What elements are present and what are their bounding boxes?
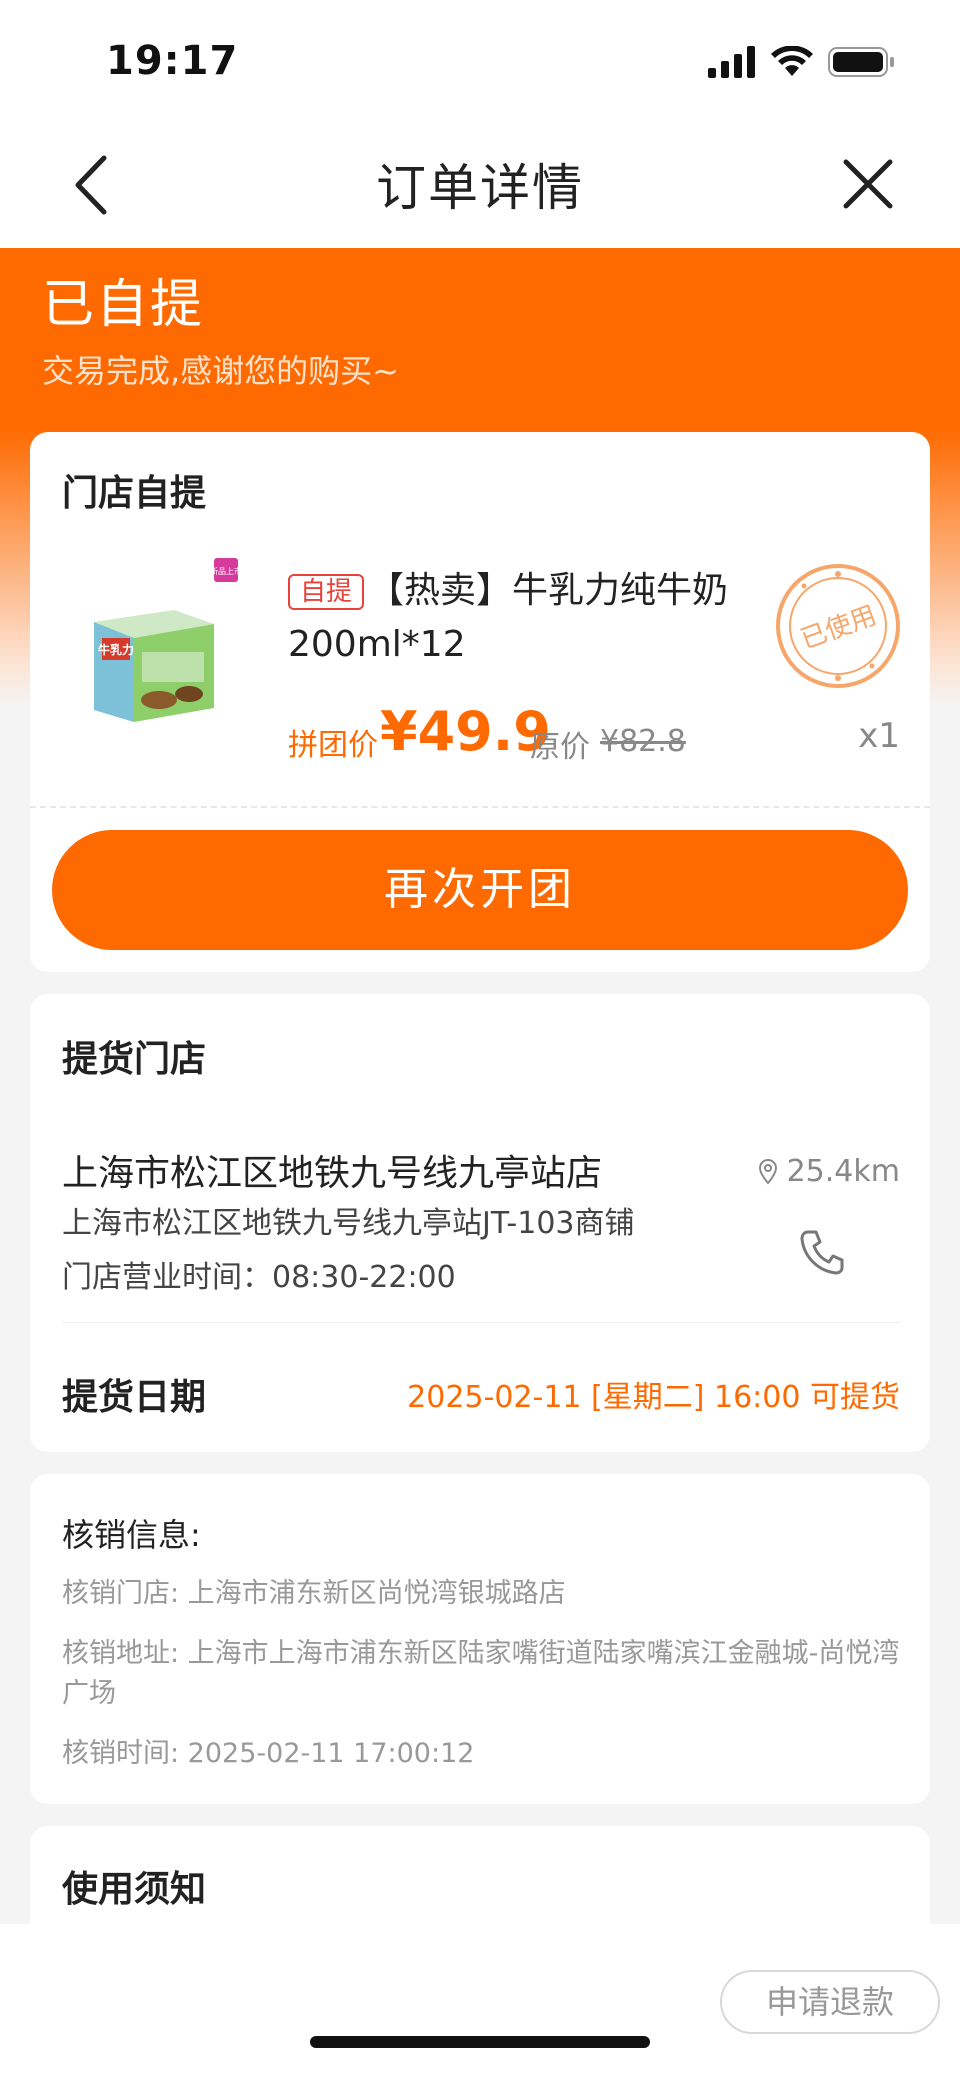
- divider: [30, 806, 930, 808]
- original-price-label: 原价: [530, 730, 590, 765]
- bottom-bar: 申请退款: [0, 1924, 960, 2079]
- pickup-store-card: 提货门店 上海市松江区地铁九号线九亭站店 上海市松江区地铁九号线九亭站JT-10…: [30, 994, 930, 1452]
- location-pin-icon: [758, 1158, 777, 1185]
- verification-time: 核销时间: 2025-02-11 17:00:12: [62, 1738, 475, 1769]
- phone-icon[interactable]: [796, 1226, 848, 1278]
- verification-address: 核销地址: 上海市上海市浦东新区陆家嘴街道陆家嘴滨江金融城-尚悦湾广场: [62, 1638, 900, 1709]
- store-divider: [62, 1322, 900, 1323]
- product-quantity: x1: [858, 716, 900, 756]
- home-indicator: [310, 2036, 650, 2048]
- pickup-date-value: 2025-02-11 [星期二] 16:00 可提货: [407, 1380, 900, 1415]
- original-price-value: ¥82.8: [600, 724, 686, 759]
- milk-box-image: 新品上市 牛乳力: [94, 558, 242, 722]
- pickup-product-card: 门店自提 新品上市 牛乳力 【热卖】牛乳力纯牛奶200ml*12 自提 拼团价 …: [30, 432, 930, 972]
- page-title: 订单详情: [376, 159, 584, 217]
- group-price-value: ¥49.9: [380, 700, 551, 763]
- used-stamp-text: 已使用: [797, 600, 881, 655]
- verification-title: 核销信息:: [62, 1516, 201, 1554]
- store-hours: 门店营业时间：08:30-22:00: [62, 1260, 456, 1295]
- store-distance-value: 25.4km: [786, 1154, 900, 1189]
- group-price-label: 拼团价: [288, 728, 378, 763]
- battery-icon: [828, 47, 894, 77]
- status-bar: 19:17: [0, 0, 960, 120]
- used-stamp-icon: 已使用: [776, 564, 900, 688]
- refund-button[interactable]: 申请退款: [720, 1970, 940, 2034]
- store-distance[interactable]: 25.4km: [757, 1154, 900, 1189]
- usage-notice-title: 使用须知: [62, 1869, 207, 1910]
- verification-store: 核销门店: 上海市浦东新区尚悦湾银城路店: [62, 1578, 566, 1609]
- wifi-icon: [771, 46, 813, 76]
- order-status-subtitle: 交易完成,感谢您的购买~: [42, 352, 399, 390]
- image-badge-text: 新品上市: [210, 566, 242, 576]
- store-card-title: 提货门店: [62, 1039, 207, 1080]
- regroup-button[interactable]: 再次开团: [52, 830, 908, 950]
- order-status-title: 已自提: [42, 275, 205, 335]
- image-brand-text: 牛乳力: [98, 642, 134, 657]
- product-image[interactable]: 新品上市 牛乳力: [64, 542, 244, 742]
- nav-bar: 订单详情: [0, 120, 960, 248]
- status-time: 19:17: [106, 38, 239, 84]
- signal-icon: [708, 46, 755, 78]
- status-icons: [708, 46, 896, 78]
- store-name[interactable]: 上海市松江区地铁九号线九亭站店: [62, 1144, 602, 1196]
- self-pickup-tag: 自提: [288, 574, 365, 610]
- store-address: 上海市松江区地铁九号线九亭站JT-103商铺: [62, 1206, 635, 1241]
- close-icon[interactable]: [838, 154, 898, 214]
- verification-card: 核销信息: 核销门店: 上海市浦东新区尚悦湾银城路店 核销地址: 上海市上海市浦…: [30, 1474, 930, 1804]
- pickup-date-label: 提货日期: [62, 1377, 207, 1418]
- pickup-card-title: 门店自提: [62, 473, 207, 514]
